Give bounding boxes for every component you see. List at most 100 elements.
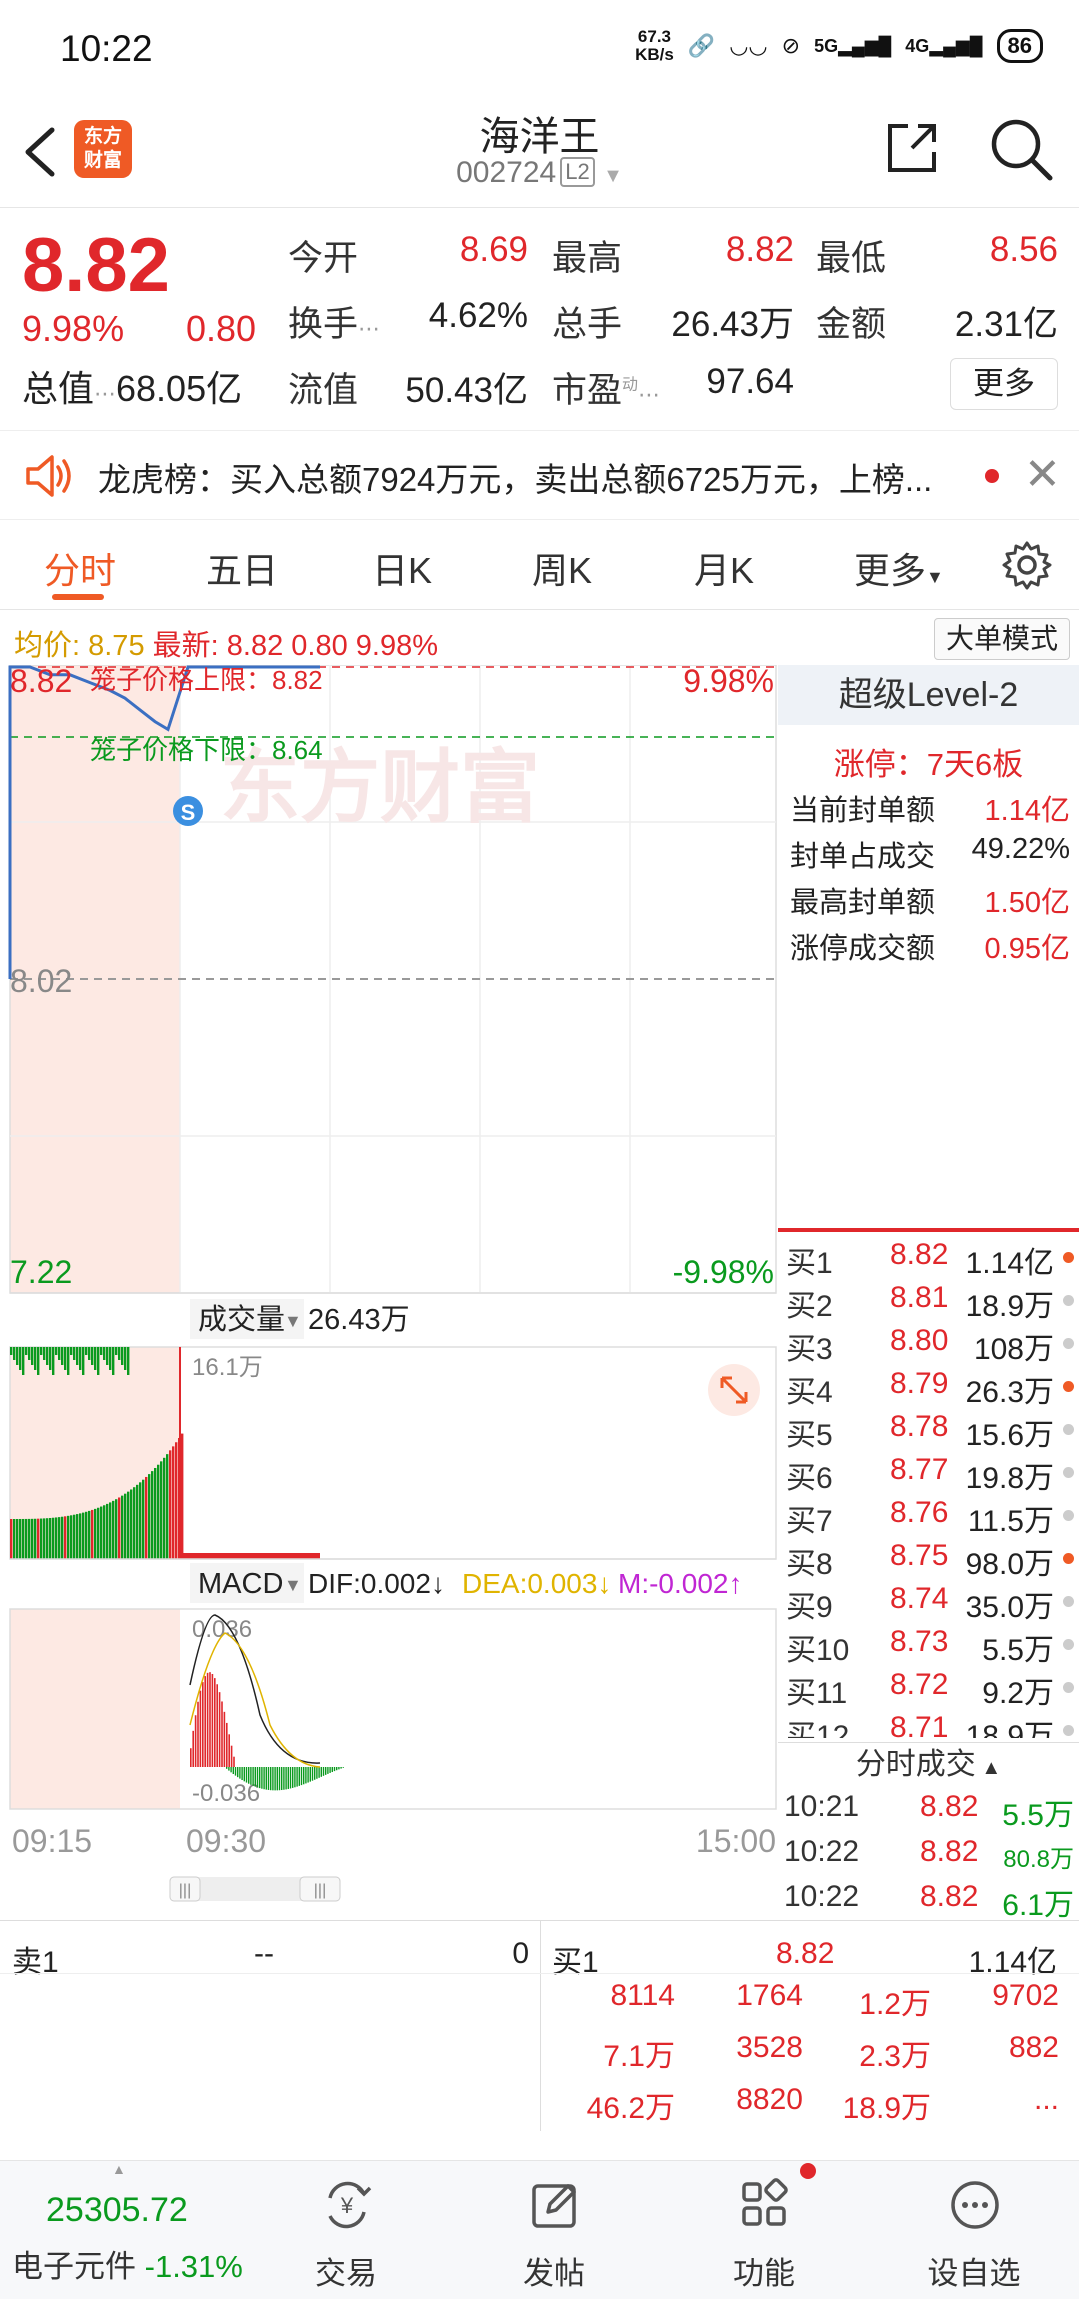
macd-bar (237, 1767, 239, 1778)
macd-bar (232, 1767, 234, 1775)
macd-bar (296, 1767, 298, 1787)
macd-bar (223, 1711, 226, 1767)
volume-bar (46, 1347, 49, 1365)
ask1-price: -- (254, 1937, 274, 1970)
news-banner[interactable]: 龙虎榜：买入总额7924万元，卖出总额6725万元，上榜... ✕ (0, 430, 1079, 520)
macd-bar (259, 1767, 261, 1789)
volume-bar (169, 1450, 172, 1559)
pe-label[interactable]: 市盈动⋯ (552, 362, 660, 413)
tab-weekly-k[interactable]: 周K (532, 542, 592, 594)
nav-add-watchlist-button[interactable]: 设自选 (904, 2160, 1044, 2299)
macd-bar (292, 1767, 294, 1788)
stock-code: 002724 (456, 156, 557, 189)
nav-post-button[interactable]: 发帖 (484, 2160, 624, 2299)
search-button[interactable] (988, 116, 1054, 182)
wifi-icon: ◡◡ (729, 33, 768, 58)
status-dot (1063, 1639, 1074, 1650)
level2-panel[interactable]: 超级Level-2 涨停：7天6板 当前封单额 1.14亿 封单占成交 49.22%… (778, 665, 1079, 1235)
macd-bar (281, 1767, 283, 1791)
order-book[interactable]: 买1 8.82 1.14亿 买2 8.81 18.9万 买3 8.80 108万 买4 8.79 26… (778, 1228, 1079, 1738)
volume-bar (28, 1347, 31, 1360)
tab-daily-k[interactable]: 日K (372, 542, 432, 594)
turnover-label[interactable]: 换手⋯ (288, 296, 380, 347)
nav-function-button[interactable]: 功能 (694, 2160, 834, 2299)
tab-five-day[interactable]: 五日 (206, 542, 278, 594)
market-cap[interactable]: 总值⋯68.05亿 (22, 360, 242, 412)
macd-bar (307, 1767, 309, 1783)
chart-tabs: 分时 五日 日K 周K 月K 更多▼ (0, 520, 1079, 610)
bid1-label: 买1 (552, 1946, 599, 1979)
macd-bar (325, 1767, 327, 1775)
macd-bar (228, 1767, 230, 1771)
l2-row: 当前封单额 1.14亿 (790, 795, 1070, 827)
macd-bar (333, 1767, 336, 1772)
share-button[interactable] (882, 118, 942, 178)
order-book-row: 买6 8.77 19.8万 (786, 1453, 1076, 1496)
nav-trade-button[interactable]: ¥ 交易 (276, 2160, 416, 2299)
volume-bar (133, 1487, 136, 1559)
open-label: 今开 (288, 239, 359, 278)
macd-bar (322, 1767, 325, 1776)
l2-row: 最高封单额 1.50亿 (790, 887, 1070, 919)
macd-bar (254, 1767, 256, 1787)
macd-bar (300, 1767, 303, 1786)
change-amount: 0.80 (186, 308, 257, 349)
volume-bar (85, 1511, 88, 1559)
volume-bar (19, 1347, 22, 1370)
network-speed: 67.3 KB/s (635, 27, 674, 64)
y-tick-right-bottom: -9.98% (673, 1254, 774, 1290)
volume-value: 26.43万 (308, 1304, 410, 1336)
macd-bar (206, 1672, 209, 1767)
intraday-chart[interactable]: 东方财富 8.82 8.02 7.22 9.98% -9.98% 笼子价格上限：… (0, 665, 778, 1920)
app-header: 东方 财富 海洋王 002724 L2 ▼ (0, 100, 1079, 208)
volume-bar (79, 1347, 82, 1370)
index-name[interactable]: 电子元件 -1.31% (12, 2241, 243, 2286)
news-text[interactable]: 龙虎榜：买入总额7924万元，卖出总额6725万元，上榜... (98, 453, 932, 501)
x-tick-close: 15:00 (696, 1823, 776, 1859)
queue-cell: 1.2万 (859, 1988, 931, 2021)
tab-monthly-k[interactable]: 月K (694, 542, 754, 594)
macd-bar (228, 1734, 230, 1767)
ask1-label: 卖1 (12, 1946, 59, 1979)
settings-gear-icon[interactable] (1002, 540, 1052, 590)
volume-bar (31, 1518, 34, 1559)
macd-bar (234, 1767, 237, 1776)
macd-bottom-label: -0.036 (192, 1780, 260, 1807)
tab-intraday[interactable]: 分时 (44, 542, 116, 594)
macd-bar (272, 1767, 274, 1791)
index-value[interactable]: 25305.72 (46, 2191, 188, 2230)
l2-row: 涨停成交额 0.95亿 (790, 933, 1070, 965)
volume-bar (100, 1347, 103, 1355)
status-dot (1063, 1553, 1074, 1564)
tab-more[interactable]: 更多▼ (854, 542, 944, 594)
volume-bar (121, 1347, 124, 1365)
order-book-row: 买4 8.79 26.3万 (786, 1367, 1076, 1410)
more-button[interactable]: 更多 (950, 358, 1058, 410)
x-tick-open: 09:30 (186, 1823, 266, 1859)
volume-bar (157, 1464, 160, 1559)
turnover-value: 4.62% (428, 296, 528, 335)
link-icon: 🔗 (687, 33, 716, 58)
macd-bar (226, 1722, 228, 1767)
queue-cell: 9702 (992, 1979, 1059, 2012)
signal-4g-icon: 4G▂▄▆█ (905, 35, 983, 56)
dropdown-icon: ▼ (284, 1311, 302, 1331)
volume-bar (178, 1437, 181, 1559)
macd-bar (256, 1767, 259, 1788)
macd-bar (239, 1767, 241, 1779)
ticks-header[interactable]: 分时成交 ▲ (778, 1742, 1079, 1786)
volume-bar (55, 1517, 58, 1559)
order-book-row: 买7 8.76 11.5万 (786, 1496, 1076, 1539)
volume-bar (151, 1471, 154, 1559)
status-bar: 10:22 67.3 KB/s 🔗 ◡◡ ⊘ 5G▂▄▆█ 4G▂▄▆█ 86 (0, 0, 1079, 100)
close-icon[interactable]: ✕ (1024, 449, 1061, 500)
volume-bar (13, 1518, 16, 1559)
big-order-mode-button[interactable]: 大单模式 (934, 618, 1070, 660)
volume-bar (37, 1347, 40, 1375)
volume-bar (10, 1519, 13, 1559)
macd-bar (270, 1767, 272, 1791)
volume-bar (91, 1347, 94, 1365)
macd-bar (265, 1767, 267, 1790)
volume-bar (22, 1518, 25, 1559)
macd-bar (226, 1767, 228, 1769)
